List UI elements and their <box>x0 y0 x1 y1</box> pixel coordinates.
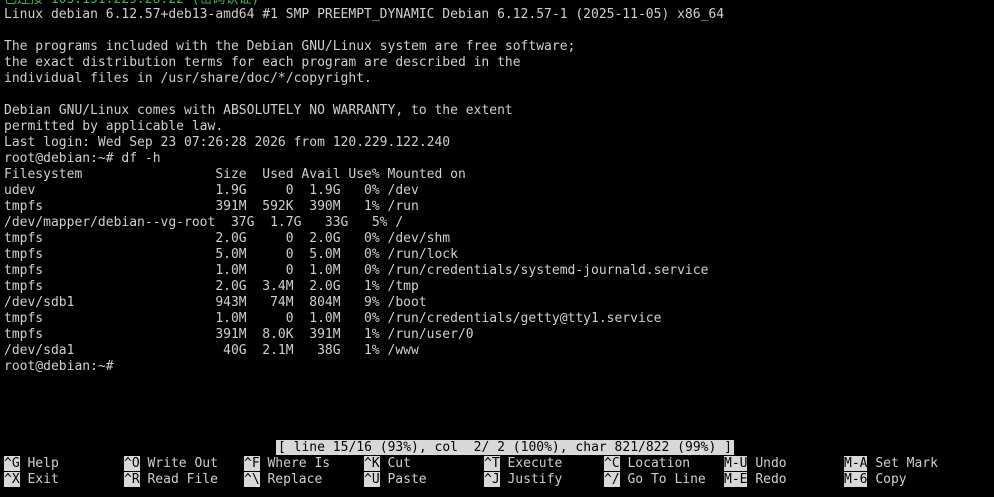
df-row: /dev/mapper/debian--vg-root 37G 1.7G 33G… <box>4 215 404 230</box>
df-row: tmpfs 2.0G 0 2.0G 0% /dev/shm <box>4 231 451 246</box>
df-header: Filesystem Size Used Avail Use% Mounted … <box>4 167 466 182</box>
df-row: tmpfs 391M 592K 390M 1% /run <box>4 199 419 214</box>
df-row: tmpfs 5.0M 0 5.0M 0% /run/lock <box>4 247 458 262</box>
terminal-output: Linux debian 6.12.57+deb13-amd64 #1 SMP … <box>4 7 724 375</box>
terminal-line: root@debian:~# df -h <box>4 151 161 166</box>
nano-status-bar: [ line 15/16 (93%), col 2/ 2 (100%), cha… <box>276 440 734 455</box>
terminal-line: The programs included with the Debian GN… <box>4 39 576 54</box>
shortcut-execute[interactable]: ^T Execute <box>484 456 562 472</box>
terminal-line: Debian GNU/Linux comes with ABSOLUTELY N… <box>4 103 513 118</box>
shortcut-cut[interactable]: ^K Cut <box>364 456 411 472</box>
shortcut-location[interactable]: ^C Location <box>604 456 690 472</box>
terminal-line: Last login: Wed Sep 23 07:26:28 2026 fro… <box>4 135 451 150</box>
df-row: tmpfs 1.0M 0 1.0M 0% /run/credentials/sy… <box>4 263 709 278</box>
terminal-line: the exact distribution terms for each pr… <box>4 55 521 70</box>
shortcut-justify[interactable]: ^J Justify <box>484 472 562 488</box>
df-row: tmpfs 1.0M 0 1.0M 0% /run/credentials/ge… <box>4 311 662 326</box>
shortcut-where-is[interactable]: ^F Where Is <box>244 456 330 472</box>
df-row: tmpfs 2.0G 3.4M 2.0G 1% /tmp <box>4 279 419 294</box>
terminal-line: individual files in /usr/share/doc/*/cop… <box>4 71 372 86</box>
terminal-window[interactable]: 已连接 103.151.229.28:22 (密码认证) Linux debia… <box>4 0 994 497</box>
df-row: /dev/sdb1 943M 74M 804M 9% /boot <box>4 295 427 310</box>
df-row: tmpfs 391M 8.0K 391M 1% /run/user/0 <box>4 327 474 342</box>
shortcut-set-mark[interactable]: M-A Set Mark <box>844 456 938 472</box>
df-row: udev 1.9G 0 1.9G 0% /dev <box>4 183 419 198</box>
terminal-line: permitted by applicable law. <box>4 119 224 134</box>
df-row: /dev/sda1 40G 2.1M 38G 1% /www <box>4 343 419 358</box>
terminal-line: Linux debian 6.12.57+deb13-amd64 #1 SMP … <box>4 7 725 22</box>
shortcut-help[interactable]: ^G Help <box>4 456 59 472</box>
shortcut-exit[interactable]: ^X Exit <box>4 472 59 488</box>
shortcut-go-to-line[interactable]: ^/ Go To Line <box>604 472 706 488</box>
shell-prompt[interactable]: root@debian:~# <box>4 359 724 375</box>
shortcut-write-out[interactable]: ^O Write Out <box>124 456 218 472</box>
shortcut-replace[interactable]: ^\ Replace <box>244 472 322 488</box>
shortcut-copy[interactable]: M-6 Copy <box>844 472 907 488</box>
shortcut-read-file[interactable]: ^R Read File <box>124 472 218 488</box>
shortcut-undo[interactable]: M-U Undo <box>724 456 787 472</box>
shortcut-paste[interactable]: ^U Paste <box>364 472 427 488</box>
shortcut-redo[interactable]: M-E Redo <box>724 472 787 488</box>
